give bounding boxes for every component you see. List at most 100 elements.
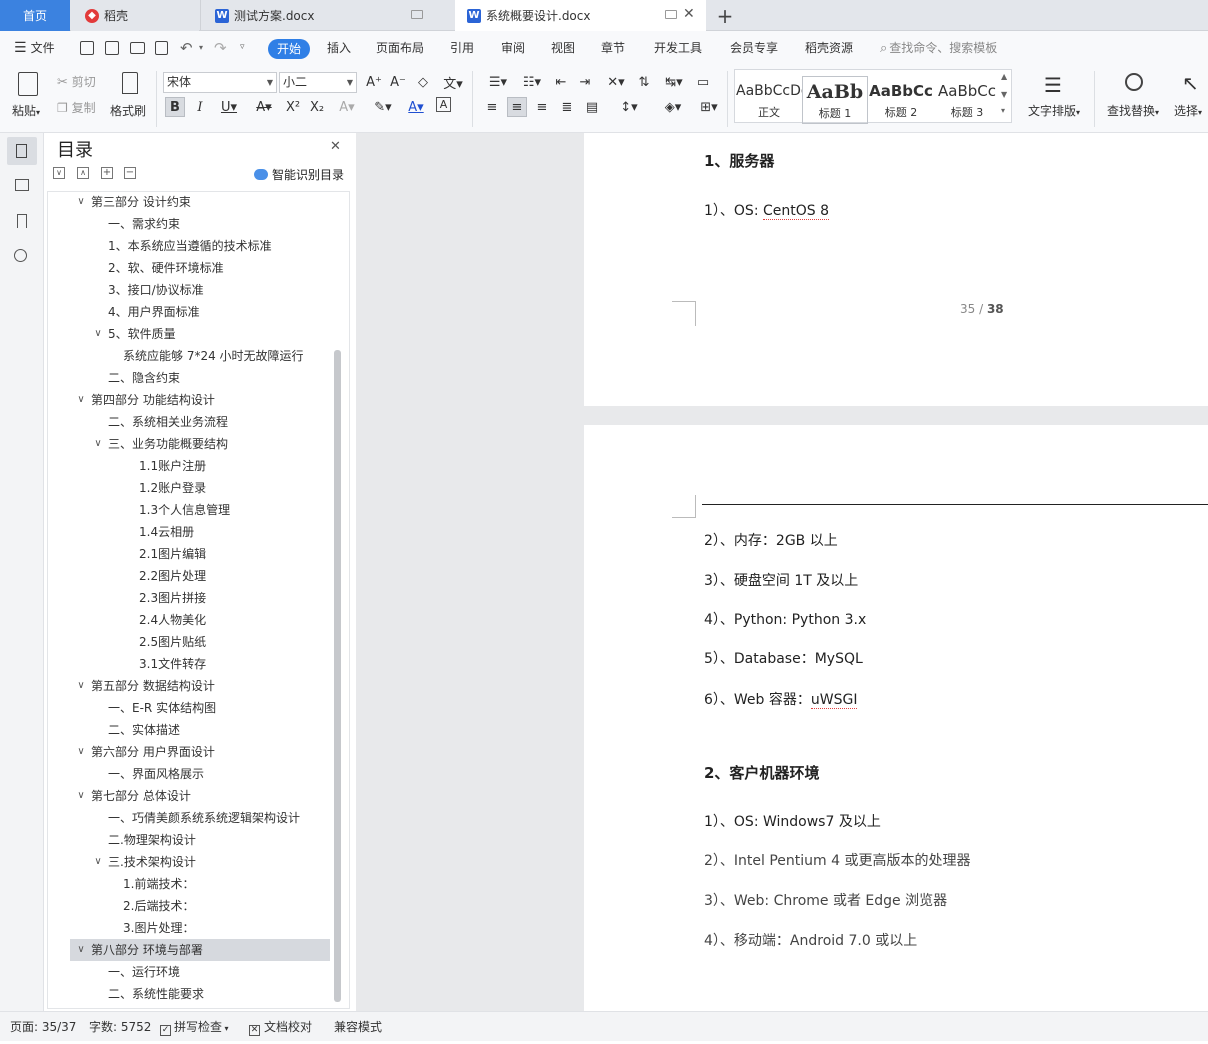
ribbon-tab-page-layout[interactable]: 页面布局 [376, 31, 424, 65]
toc-item[interactable]: 1.前端技术： [48, 873, 328, 895]
save-icon[interactable] [80, 41, 94, 55]
tab-home[interactable]: 首页 [0, 0, 70, 31]
remove-level-icon[interactable]: − [124, 167, 136, 179]
line-spacing-button[interactable]: ↕▾ [614, 97, 644, 117]
ribbon-tab-insert[interactable]: 插入 [327, 31, 351, 65]
toc-item[interactable]: 二.物理架构设计 [48, 829, 328, 851]
chevron-down-icon[interactable]: ∨ [75, 939, 87, 961]
toc-item[interactable]: 二、系统性能要求 [48, 983, 328, 1005]
toc-item[interactable]: 3.1文件转存 [48, 653, 328, 675]
spell-check-button[interactable]: ✓ 拼写检查 ▾ [160, 1012, 229, 1042]
close-tab-icon[interactable]: ✕ [683, 6, 695, 22]
ribbon-tab-developer[interactable]: 开发工具 [654, 31, 702, 65]
toc-item[interactable]: 1.3个人信息管理 [48, 499, 328, 521]
toc-item[interactable]: 二、系统相关业务流程 [48, 411, 328, 433]
toc-item[interactable]: 3、接口/协议标准 [48, 279, 328, 301]
toc-item[interactable]: 2.后端技术： [48, 895, 328, 917]
tab-daoke[interactable]: ◆ 稻壳 [71, 0, 199, 31]
toc-item[interactable]: ∨ 第七部分 总体设计 [48, 785, 328, 807]
tab-doc-test-plan-cast-icon[interactable] [411, 10, 423, 19]
toc-item[interactable]: 二、实体描述 [48, 719, 328, 741]
bold-button[interactable]: B [165, 97, 185, 117]
numbered-list-button[interactable]: ☷▾ [518, 72, 546, 92]
font-size-select[interactable]: 小二 ▼ [279, 72, 357, 93]
ribbon-tab-member[interactable]: 会员专享 [730, 31, 778, 65]
toc-item[interactable]: 2.1图片编辑 [48, 543, 328, 565]
close-icon[interactable]: ✕ [330, 139, 341, 154]
align-right-button[interactable]: ≡ [532, 97, 552, 117]
toc-item[interactable]: ∨ 5、软件质量 [48, 323, 328, 345]
style-heading-3[interactable]: AaBbCc 标题 3 [934, 76, 1000, 124]
add-level-icon[interactable]: + [101, 167, 113, 179]
toc-item[interactable]: 一、需求约束 [48, 213, 328, 235]
toc-item[interactable]: 1.2账户登录 [48, 477, 328, 499]
toc-item[interactable]: 一、E-R 实体结构图 [48, 697, 328, 719]
increase-indent-icon[interactable]: ⇥ [575, 72, 595, 92]
style-normal[interactable]: AaBbCcDd 正文 [736, 76, 802, 124]
subscript-button[interactable]: X₂ [307, 97, 327, 117]
style-gallery-scroll-down-icon[interactable]: ▼ [1001, 90, 1007, 99]
borders-button[interactable]: ⊞▾ [694, 97, 724, 117]
toc-item[interactable]: 一、巧倩美颜系统系统逻辑架构设计 [48, 807, 328, 829]
text-effect-button[interactable]: A▾ [333, 97, 361, 117]
sort-icon[interactable]: ↹▾ [660, 72, 688, 92]
toc-item[interactable]: 2.4人物美化 [48, 609, 328, 631]
toc-item[interactable]: 一、界面风格展示 [48, 763, 328, 785]
ribbon-tab-references[interactable]: 引用 [450, 31, 474, 65]
toc-nav-icon[interactable] [7, 137, 37, 165]
shrink-font-icon[interactable]: A⁻ [388, 72, 408, 92]
expand-up-icon[interactable]: ∧ [77, 167, 89, 179]
style-heading-1[interactable]: AaBb 标题 1 [802, 76, 868, 124]
ribbon-tab-chapter[interactable]: 章节 [601, 31, 625, 65]
highlight-color-button[interactable]: ✎▾ [368, 97, 398, 117]
toc-item[interactable]: ∨ 三、业务功能概要结构 [48, 433, 328, 455]
cast-icon[interactable] [665, 10, 677, 19]
style-gallery-more-icon[interactable]: ▾ [1001, 106, 1005, 115]
redo-icon[interactable]: ↷ [214, 39, 227, 57]
toc-item[interactable]: 2、软、硬件环境标准 [48, 257, 328, 279]
clear-format-icon[interactable]: ◇ [413, 72, 433, 92]
ribbon-tab-review[interactable]: 审阅 [501, 31, 525, 65]
chevron-down-icon[interactable]: ∨ [92, 851, 104, 873]
toc-item[interactable]: ∨ 第四部分 功能结构设计 [48, 389, 328, 411]
toc-item[interactable]: 1、本系统应当遵循的技术标准 [48, 235, 328, 257]
toc-item[interactable]: 2.3图片拼接 [48, 587, 328, 609]
tab-doc-system-design[interactable]: W 系统概要设计.docx ✕ [455, 0, 706, 31]
shading-button[interactable]: ◈▾ [658, 97, 688, 117]
ribbon-tab-start[interactable]: 开始 [268, 39, 310, 59]
format-painter-button[interactable]: 格式刷 [110, 69, 152, 121]
align-left-button[interactable]: ≡ [482, 97, 502, 117]
toc-item[interactable]: 2.5图片贴纸 [48, 631, 328, 653]
chevron-down-icon[interactable]: ∨ [75, 741, 87, 763]
chevron-down-icon[interactable]: ∨ [75, 192, 87, 213]
text-layout-button[interactable]: ☰ 文字排版▾ [1026, 69, 1088, 121]
file-menu[interactable]: ☰ 文件 [14, 31, 55, 65]
phonetic-guide-icon[interactable]: 文▾ [440, 72, 466, 92]
align-center-button[interactable]: ≡ [507, 97, 527, 117]
status-page[interactable]: 页面: 35/37 [10, 1012, 76, 1042]
italic-button[interactable]: I [190, 97, 210, 117]
ribbon-tab-daoke-resources[interactable]: 稻壳资源 [805, 31, 853, 65]
char-border-button[interactable]: A [436, 97, 451, 112]
collapse-all-icon[interactable]: ∨ [53, 167, 65, 179]
ribbon-tab-view[interactable]: 视图 [551, 31, 575, 65]
text-direction-icon[interactable]: ⇅ [634, 72, 654, 92]
search-icon[interactable] [14, 249, 27, 262]
export-pdf-icon[interactable] [105, 41, 119, 55]
decrease-indent-icon[interactable]: ⇤ [551, 72, 571, 92]
style-heading-2[interactable]: AaBbCc 标题 2 [868, 76, 934, 124]
select-button[interactable]: ↖ 选择▾ [1172, 69, 1208, 121]
doc-proofread-button[interactable]: ✕ 文档校对 [249, 1012, 312, 1042]
justify-button[interactable]: ≣ [557, 97, 577, 117]
undo-dropdown-icon[interactable]: ▾ [199, 43, 203, 52]
toc-scrollbar[interactable] [334, 350, 341, 1002]
toc-item[interactable]: 1.1账户注册 [48, 455, 328, 477]
toc-item[interactable]: ∨ 第六部分 用户界面设计 [48, 741, 328, 763]
command-search[interactable]: ⌕ 查找命令、搜索模板 [880, 31, 997, 65]
chinese-layout-button[interactable]: ✕▾ [602, 72, 630, 92]
toc-item[interactable]: 二、隐含约束 [48, 367, 328, 389]
smart-toc-button[interactable]: 智能识别目录 [254, 166, 344, 183]
toc-item[interactable]: 1.4云相册 [48, 521, 328, 543]
chevron-down-icon[interactable]: ∨ [75, 675, 87, 697]
toc-item[interactable]: ∨ 第三部分 设计约束 [48, 192, 328, 213]
